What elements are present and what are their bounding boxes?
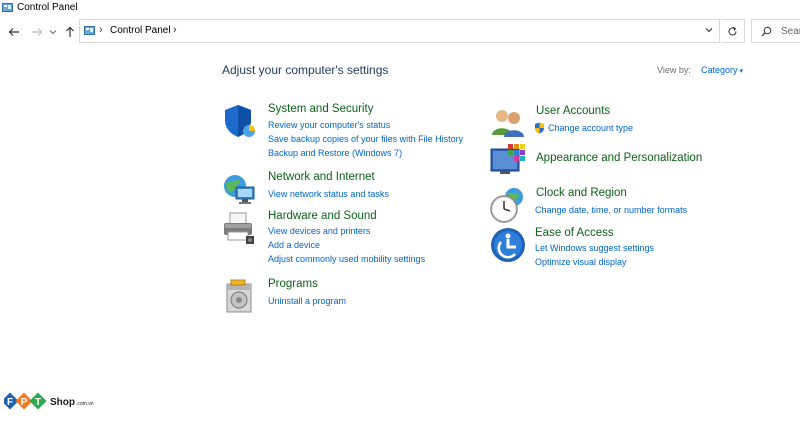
search-placeholder: Sear bbox=[781, 26, 800, 37]
link-add-device[interactable]: Add a device bbox=[268, 240, 320, 250]
link-network-status[interactable]: View network status and tasks bbox=[268, 189, 389, 199]
arrow-up-icon bbox=[66, 26, 74, 37]
link-backup-restore[interactable]: Backup and Restore (Windows 7) bbox=[268, 148, 402, 158]
clock-globe-icon[interactable] bbox=[490, 187, 526, 223]
svg-text:F: F bbox=[7, 397, 13, 408]
monitor-palette-icon[interactable] bbox=[490, 143, 526, 179]
breadcrumb-separator[interactable]: › bbox=[173, 24, 177, 36]
link-file-history[interactable]: Save backup copies of your files with Fi… bbox=[268, 134, 463, 144]
page-title: Adjust your computer's settings bbox=[222, 63, 389, 77]
view-by-value: Category bbox=[701, 65, 738, 75]
arrow-right-icon bbox=[32, 28, 43, 36]
svg-text:T: T bbox=[35, 397, 41, 408]
link-change-account-type[interactable]: Change account type bbox=[548, 123, 633, 133]
category-title[interactable]: Ease of Access bbox=[535, 227, 614, 239]
search-icon bbox=[761, 26, 772, 37]
window-title: Control Panel bbox=[17, 2, 78, 13]
breadcrumb-control-panel[interactable]: Control Panel bbox=[110, 25, 171, 36]
up-button[interactable] bbox=[62, 24, 78, 40]
control-panel-icon bbox=[2, 3, 13, 12]
category-title[interactable]: Appearance and Personalization bbox=[536, 152, 702, 164]
link-uninstall-program[interactable]: Uninstall a program bbox=[268, 296, 346, 306]
view-by-label: View by: bbox=[657, 65, 691, 75]
users-icon[interactable] bbox=[490, 105, 526, 141]
uac-shield-icon bbox=[535, 122, 544, 134]
recent-locations-button[interactable] bbox=[47, 24, 59, 40]
link-review-status[interactable]: Review your computer's status bbox=[268, 120, 390, 130]
chevron-down-icon bbox=[49, 30, 57, 35]
address-bar[interactable]: › Control Panel › bbox=[79, 19, 720, 43]
back-button[interactable] bbox=[6, 24, 22, 40]
forward-button[interactable] bbox=[29, 24, 45, 40]
network-globe-icon[interactable] bbox=[222, 171, 258, 207]
link-devices-printers[interactable]: View devices and printers bbox=[268, 226, 370, 236]
svg-text:P: P bbox=[21, 397, 28, 408]
fpt-logo-icon: F P T Shop .com.vn bbox=[1, 392, 94, 410]
printer-icon[interactable] bbox=[222, 210, 258, 246]
view-by-dropdown[interactable]: Category ▾ bbox=[701, 65, 743, 75]
category-title[interactable]: User Accounts bbox=[536, 105, 610, 117]
refresh-button[interactable] bbox=[721, 19, 745, 43]
category-title[interactable]: Network and Internet bbox=[268, 171, 375, 183]
shield-icon[interactable] bbox=[222, 103, 258, 139]
search-box[interactable]: Sear bbox=[751, 19, 800, 43]
arrow-left-icon bbox=[8, 28, 19, 36]
link-optimize-display[interactable]: Optimize visual display bbox=[535, 257, 627, 267]
category-title[interactable]: Hardware and Sound bbox=[268, 210, 377, 222]
link-suggest-settings[interactable]: Let Windows suggest settings bbox=[535, 243, 654, 253]
title-bar: Control Panel bbox=[0, 0, 800, 18]
link-date-time-formats[interactable]: Change date, time, or number formats bbox=[535, 205, 687, 215]
programs-icon[interactable] bbox=[222, 278, 258, 314]
breadcrumb-separator[interactable]: › bbox=[99, 24, 103, 36]
caret-down-icon: ▾ bbox=[739, 68, 744, 75]
control-panel-icon bbox=[84, 26, 95, 35]
category-title[interactable]: Clock and Region bbox=[536, 187, 627, 199]
category-title[interactable]: Programs bbox=[268, 278, 318, 290]
refresh-icon bbox=[728, 26, 737, 36]
chevron-down-icon[interactable] bbox=[704, 25, 714, 35]
svg-text:Shop: Shop bbox=[50, 397, 75, 408]
ease-of-access-icon[interactable] bbox=[490, 227, 526, 263]
svg-text:.com.vn: .com.vn bbox=[76, 401, 94, 407]
link-mobility-settings[interactable]: Adjust commonly used mobility settings bbox=[268, 254, 425, 264]
category-title[interactable]: System and Security bbox=[268, 103, 373, 115]
fptshop-logo: F P T Shop .com.vn bbox=[1, 391, 114, 417]
